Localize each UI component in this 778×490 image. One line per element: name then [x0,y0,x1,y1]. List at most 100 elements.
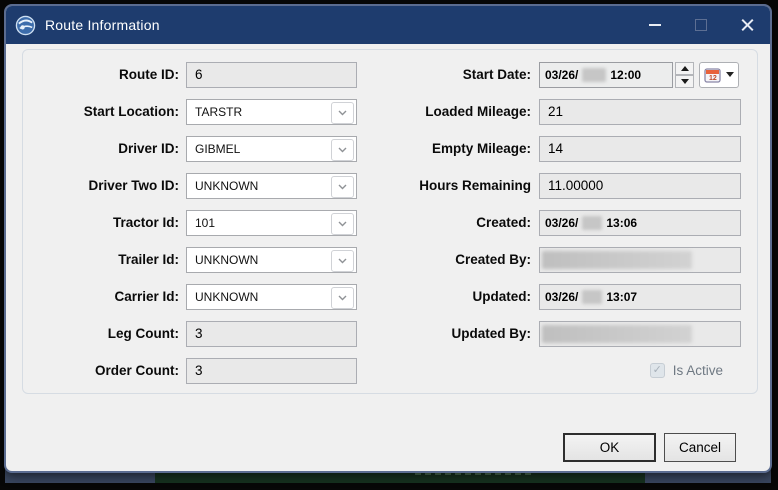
updated-date: 03/26/ [545,289,579,304]
start-location-label: Start Location: [83,104,179,119]
start-date-label: Start Date: [462,67,531,82]
route-id-row: Route ID: 6 [23,56,365,93]
leg-count-field[interactable]: 3 [186,320,357,347]
carrier-id-label: Carrier Id: [114,289,179,304]
hours-remaining-field[interactable]: 11.00000 [539,172,741,199]
app-logo-icon [15,15,36,35]
chevron-down-icon[interactable] [331,249,354,272]
start-date-date: 03/26/ [545,67,579,82]
svg-text:12: 12 [709,75,717,82]
order-count-row: Order Count: 3 [23,352,365,389]
trailer-id-combobox[interactable]: UNKNOWN [186,246,357,273]
carrier-id-combobox[interactable]: UNKNOWN [186,283,357,310]
driver-two-id-value: UNKNOWN [195,178,259,193]
spinner-down-button[interactable] [675,74,694,88]
chevron-down-icon[interactable] [331,138,354,161]
created-field: 03/26/ 13:06 [539,209,741,236]
window-title: Route Information [45,17,160,33]
carrier-id-row: Carrier Id: UNKNOWN [23,278,365,315]
hours-remaining-row: Hours Remaining 11.00000 [371,167,743,204]
updated-time: 13:07 [606,289,638,304]
ok-button[interactable]: OK [563,433,656,462]
leg-count-row: Leg Count: 3 [23,315,365,352]
trailer-id-value: UNKNOWN [195,252,259,267]
trailer-id-label: Trailer Id: [118,252,179,267]
dialog-body: Route ID: 6 Start Location: TARSTR Drive… [6,44,770,471]
redacted-year [582,215,603,230]
chevron-down-icon[interactable] [331,212,354,235]
calendar-icon: 12 [704,67,721,83]
start-date-field[interactable]: 03/26/ 12:00 [539,61,673,88]
chevron-down-icon[interactable] [331,286,354,309]
start-location-combobox[interactable]: TARSTR [186,98,357,125]
cancel-button[interactable]: Cancel [664,433,736,462]
tractor-id-row: Tractor Id: 101 [23,204,365,241]
driver-id-row: Driver ID: GIBMEL [23,130,365,167]
created-by-row: Created By: [371,241,743,278]
redacted-year [582,67,607,82]
is-active-checkbox: ✓ [649,363,665,378]
updated-label: Updated: [472,289,532,304]
created-by-field [539,246,741,273]
hours-remaining-label: Hours Remaining [419,178,531,193]
minimize-icon [649,24,661,26]
maximize-button [678,6,724,44]
route-information-dialog: Route Information Route ID: 6 Start Loca… [4,4,772,473]
calendar-picker-button[interactable]: 12 [699,61,739,88]
empty-mileage-label: Empty Mileage: [431,141,531,156]
tractor-id-value: 101 [195,215,216,230]
created-date: 03/26/ [545,215,579,230]
arrow-up-icon [680,65,689,71]
chevron-down-icon[interactable] [331,175,354,198]
start-location-value: TARSTR [195,104,243,119]
chevron-down-icon[interactable] [331,101,354,124]
route-id-label: Route ID: [119,67,179,82]
start-date-spinner [675,61,694,88]
driver-id-combobox[interactable]: GIBMEL [186,135,357,162]
created-label: Created: [476,215,531,230]
start-date-row: Start Date: 03/26/ 12:00 12 [371,56,743,93]
tractor-id-label: Tractor Id: [112,215,179,230]
fields-groupbox: Route ID: 6 Start Location: TARSTR Drive… [22,49,758,394]
loaded-mileage-field[interactable]: 21 [539,98,741,125]
window-controls [632,6,770,44]
spinner-up-button[interactable] [675,61,694,75]
dropdown-arrow-icon [726,72,734,77]
checkmark-icon: ✓ [652,364,662,376]
order-count-field[interactable]: 3 [186,357,357,384]
updated-by-row: Updated By: [371,315,743,352]
carrier-id-value: UNKNOWN [195,289,259,304]
driver-id-label: Driver ID: [118,141,179,156]
driver-two-id-combobox[interactable]: UNKNOWN [186,172,357,199]
order-count-label: Order Count: [95,363,179,378]
close-button[interactable] [724,6,770,44]
start-date-time: 12:00 [610,67,642,82]
leg-count-label: Leg Count: [107,326,179,341]
empty-mileage-field[interactable]: 14 [539,135,741,162]
driver-id-value: GIBMEL [195,141,241,156]
loaded-mileage-label: Loaded Mileage: [425,104,531,119]
right-column: Start Date: 03/26/ 12:00 12 Loaded Milea… [371,56,743,389]
close-icon [741,19,754,32]
maximize-icon [695,19,707,31]
updated-field: 03/26/ 13:07 [539,283,741,310]
title-bar: Route Information [6,6,770,44]
empty-mileage-row: Empty Mileage: 14 [371,130,743,167]
loaded-mileage-row: Loaded Mileage: 21 [371,93,743,130]
route-id-field[interactable]: 6 [186,61,357,88]
redacted-user-name [542,324,692,343]
start-date-control: 03/26/ 12:00 12 [539,61,739,88]
created-row: Created: 03/26/ 13:06 [371,204,743,241]
arrow-down-icon [680,78,689,84]
tractor-id-combobox[interactable]: 101 [186,209,357,236]
created-time: 13:06 [606,215,638,230]
minimize-button[interactable] [632,6,678,44]
left-column: Route ID: 6 Start Location: TARSTR Drive… [23,56,365,389]
is-active-label: Is Active [672,363,723,378]
redacted-user-name [542,250,692,269]
driver-two-id-row: Driver Two ID: UNKNOWN [23,167,365,204]
redacted-year [582,289,603,304]
is-active-row: ✓ Is Active [371,352,743,389]
updated-by-label: Updated By: [451,326,531,341]
created-by-label: Created By: [455,252,531,267]
